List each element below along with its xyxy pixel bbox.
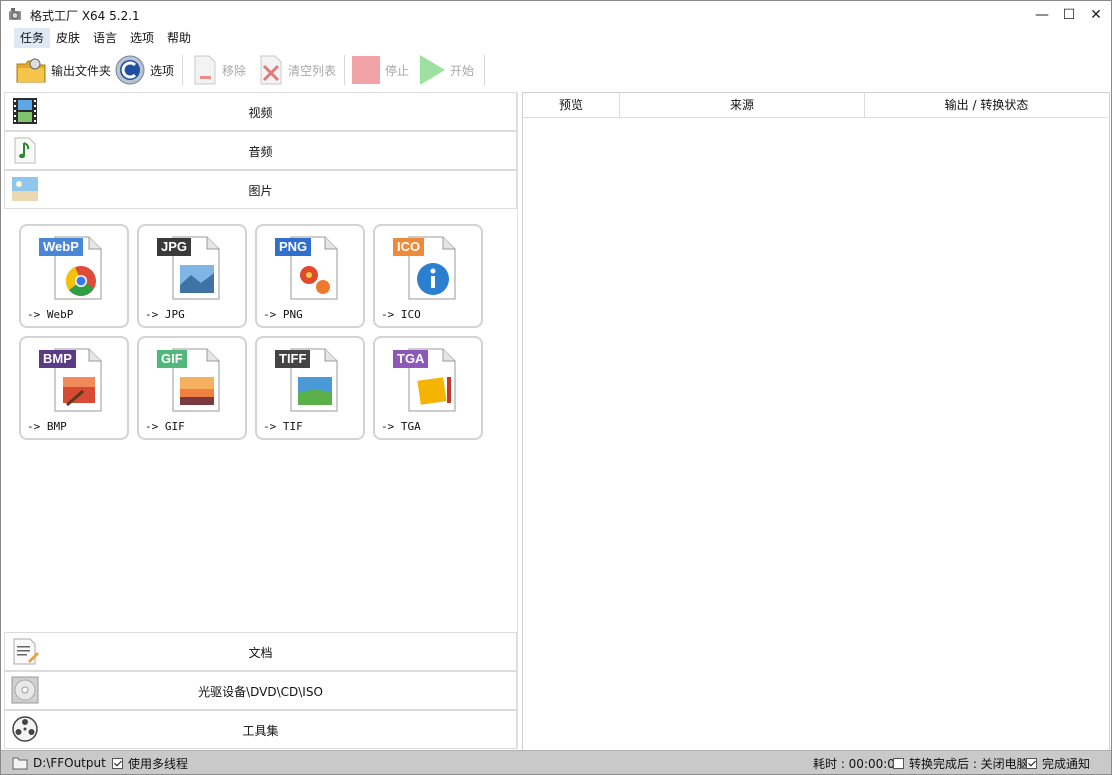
multithread-label: 使用多线程 <box>128 756 189 771</box>
task-list-panel[interactable]: 预览 来源 输出 / 转换状态 <box>522 92 1110 751</box>
menu-bar: 任务 皮肤 语言 选项 帮助 <box>1 28 1111 48</box>
column-header-output-status[interactable]: 输出 / 转换状态 <box>865 93 1108 118</box>
tile-tif[interactable]: TIFF -> TIF <box>255 336 365 440</box>
tile-gif[interactable]: GIF -> GIF <box>137 336 247 440</box>
category-image[interactable]: 图片 <box>4 170 517 209</box>
toolbar-separator <box>182 55 183 85</box>
checkbox-checked-icon <box>112 757 123 769</box>
tile-tga-label: -> TGA <box>381 420 421 433</box>
elapsed-time: 耗时 : 00:00:00 <box>813 755 903 771</box>
stop-label: 停止 <box>385 63 410 78</box>
status-bar: D:\FFOutput 使用多线程 耗时 : 00:00:00 转换完成后 : … <box>1 750 1111 774</box>
play-icon <box>420 55 445 85</box>
clear-list-label: 清空列表 <box>288 63 337 78</box>
tile-webp-label: -> WebP <box>27 308 74 321</box>
toolbar-separator <box>344 55 345 85</box>
tile-png-badge: PNG <box>275 238 312 256</box>
category-tools[interactable]: 工具集 <box>4 710 517 749</box>
tile-tga[interactable]: TGA -> TGA <box>373 336 483 440</box>
category-tools-label: 工具集 <box>242 724 279 738</box>
tile-gif-badge: GIF <box>157 350 187 368</box>
category-document[interactable]: 文档 <box>4 632 517 671</box>
tile-tif-badge: TIFF <box>275 350 311 368</box>
remove-button[interactable]: 移除 <box>192 53 246 87</box>
menu-task[interactable]: 任务 <box>14 28 51 48</box>
notify-checkbox[interactable]: 完成通知 <box>1026 755 1090 771</box>
after-convert-label: 转换完成后 : 关闭电脑 <box>909 756 1029 771</box>
app-window: 格式工厂 X64 5.2.1 — ☐ ✕ 任务 皮肤 语言 选项 帮助 输出文件… <box>0 0 1112 775</box>
category-video[interactable]: 视频 <box>4 92 517 131</box>
tile-ico[interactable]: ICO -> ICO <box>373 224 483 328</box>
after-convert-checkbox[interactable]: 转换完成后 : 关闭电脑 <box>893 755 1029 771</box>
output-folder-label: 输出文件夹 <box>51 63 112 78</box>
stop-icon <box>352 56 380 84</box>
tile-bmp-badge: BMP <box>39 350 76 368</box>
category-disc[interactable]: 光驱设备\DVD\CD\ISO <box>4 671 517 710</box>
close-icon: ✕ <box>1090 6 1102 23</box>
menu-help[interactable]: 帮助 <box>161 28 197 48</box>
checkbox-unchecked-icon <box>893 757 904 769</box>
conversion-panel: 视频 音频 图片 WebP -> WebP JPG -> JPG PNG -> … <box>4 92 518 749</box>
category-disc-label: 光驱设备\DVD\CD\ISO <box>198 685 323 699</box>
tile-ico-label: -> ICO <box>381 308 421 321</box>
output-path[interactable]: D:\FFOutput <box>12 755 106 771</box>
tile-webp[interactable]: WebP -> WebP <box>19 224 129 328</box>
tile-jpg-badge: JPG <box>157 238 192 256</box>
folder-icon <box>16 58 46 83</box>
format-factory-app-icon <box>9 8 21 20</box>
menu-options[interactable]: 选项 <box>124 28 160 48</box>
tile-bmp[interactable]: BMP -> BMP <box>19 336 129 440</box>
title-bar: 格式工厂 X64 5.2.1 — ☐ ✕ <box>1 1 1111 28</box>
clear-list-icon <box>260 55 282 85</box>
category-image-label: 图片 <box>248 184 273 198</box>
column-header-source[interactable]: 来源 <box>620 93 865 118</box>
column-header-preview[interactable]: 预览 <box>523 93 620 118</box>
output-path-text: D:\FFOutput <box>33 756 106 770</box>
options-button[interactable]: 选项 <box>114 53 174 87</box>
options-label: 选项 <box>150 63 175 78</box>
clear-list-button[interactable]: 清空列表 <box>258 53 336 87</box>
remove-document-icon <box>194 55 216 85</box>
minimize-icon: — <box>1035 6 1049 23</box>
tile-jpg[interactable]: JPG -> JPG <box>137 224 247 328</box>
tile-png-label: -> PNG <box>263 308 303 321</box>
window-title: 格式工厂 X64 5.2.1 <box>30 9 140 23</box>
close-button[interactable]: ✕ <box>1082 1 1110 28</box>
multithread-checkbox[interactable]: 使用多线程 <box>112 755 188 771</box>
tile-jpg-label: -> JPG <box>145 308 185 321</box>
stop-button[interactable]: 停止 <box>351 53 409 87</box>
remove-label: 移除 <box>222 63 247 78</box>
category-audio-label: 音频 <box>248 145 273 159</box>
tile-tif-label: -> TIF <box>263 420 303 433</box>
output-folder-button[interactable]: 输出文件夹 <box>15 53 111 87</box>
options-gear-icon <box>115 55 145 85</box>
start-label: 开始 <box>450 63 475 78</box>
toolbar-separator <box>484 55 485 85</box>
elapsed-time-text: 耗时 : 00:00:00 <box>813 756 903 771</box>
maximize-button[interactable]: ☐ <box>1055 1 1083 28</box>
start-button[interactable]: 开始 <box>418 53 474 87</box>
minimize-button[interactable]: — <box>1028 1 1056 28</box>
category-audio[interactable]: 音频 <box>4 131 517 170</box>
category-video-label: 视频 <box>248 106 273 120</box>
folder-icon <box>12 757 28 770</box>
tile-ico-badge: ICO <box>393 238 425 256</box>
maximize-icon: ☐ <box>1062 6 1076 23</box>
menu-language[interactable]: 语言 <box>87 28 123 48</box>
category-document-label: 文档 <box>248 646 273 660</box>
tile-tga-badge: TGA <box>393 350 429 368</box>
menu-skin[interactable]: 皮肤 <box>50 28 86 48</box>
tile-gif-label: -> GIF <box>145 420 185 433</box>
toolbar: 输出文件夹 选项 移除 清空列表 停止 开始 <box>1 49 1111 91</box>
checkbox-checked-icon <box>1026 757 1037 769</box>
tile-png[interactable]: PNG -> PNG <box>255 224 365 328</box>
tile-webp-badge: WebP <box>39 238 83 256</box>
tile-bmp-label: -> BMP <box>27 420 67 433</box>
notify-label: 完成通知 <box>1042 756 1091 771</box>
